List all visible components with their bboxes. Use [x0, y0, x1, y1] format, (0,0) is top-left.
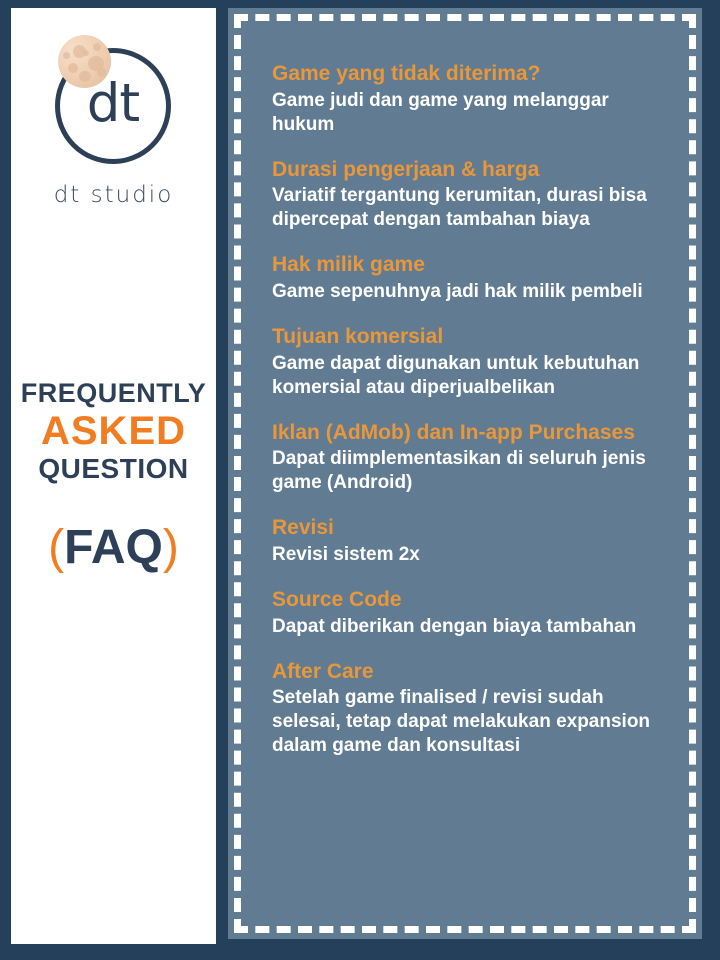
brand-wordmark: dt studio: [53, 182, 174, 208]
title-line-asked: ASKED: [40, 409, 187, 453]
faq-question: Hak milik game: [272, 253, 425, 277]
faq-item: Hak milik game Game sepenuhnya jadi hak …: [272, 253, 676, 304]
faq-panel: Game yang tidak diterima? Game judi dan …: [228, 8, 702, 939]
faq-question: Durasi pengerjaan & harga: [272, 157, 540, 181]
faq-question: Source Code: [272, 587, 402, 611]
faq-answer: Dapat diberikan dengan biaya tambahan: [272, 615, 637, 637]
faq-answer: Setelah game finalised / revisi sudah se…: [272, 687, 651, 757]
faq-answer: Game dapat digunakan untuk kebutuhan kom…: [272, 352, 640, 398]
faq-question: Tujuan komersial: [272, 324, 444, 348]
faq-poster: dt dt studio FREQUENTLY ASKED QUESTION (…: [0, 0, 720, 960]
moon-icon: [58, 35, 111, 88]
faq-answer: Dapat diimplementasikan di seluruh jenis…: [272, 448, 646, 494]
title-line-frequently: FREQUENTLY: [20, 378, 207, 408]
faq-list: Game yang tidak diterima? Game judi dan …: [272, 62, 676, 758]
faq-question: Revisi: [272, 516, 334, 540]
faq-item: After Care Setelah game finalised / revi…: [272, 660, 676, 759]
abbrev-open-paren: (: [48, 521, 65, 574]
faq-item: Tujuan komersial Game dapat digunakan un…: [272, 325, 676, 400]
faq-item: Source Code Dapat diberikan dengan biaya…: [272, 588, 676, 639]
faq-item: Durasi pengerjaan & harga Variatif terga…: [272, 158, 676, 233]
brand-panel: dt dt studio FREQUENTLY ASKED QUESTION (…: [11, 8, 216, 944]
abbrev-close-paren: ): [162, 521, 179, 574]
page-title: FREQUENTLY ASKED QUESTION: [11, 380, 216, 483]
faq-item: Revisi Revisi sistem 2x: [272, 516, 676, 567]
faq-question: Game yang tidak diterima?: [272, 62, 541, 85]
logo-mark: dt: [11, 22, 216, 182]
faq-answer: Variatif tergantung kerumitan, durasi bi…: [272, 185, 647, 231]
abbrev-text: FAQ: [64, 521, 163, 574]
faq-answer: Game sepenuhnya jadi hak milik pembeli: [272, 281, 643, 303]
faq-question: Iklan (AdMob) dan In-app Purchases: [272, 420, 635, 444]
faq-item: Game yang tidak diterima? Game judi dan …: [272, 62, 676, 137]
faq-answer: Game judi dan game yang melanggar hukum: [272, 89, 609, 135]
title-abbreviation: (FAQ): [11, 524, 216, 572]
title-line-question: QUESTION: [38, 453, 189, 484]
faq-answer: Revisi sistem 2x: [272, 544, 420, 566]
faq-item: Iklan (AdMob) dan In-app Purchases Dapat…: [272, 421, 676, 496]
faq-question: After Care: [272, 659, 374, 683]
logo-block: dt dt studio: [11, 22, 216, 237]
